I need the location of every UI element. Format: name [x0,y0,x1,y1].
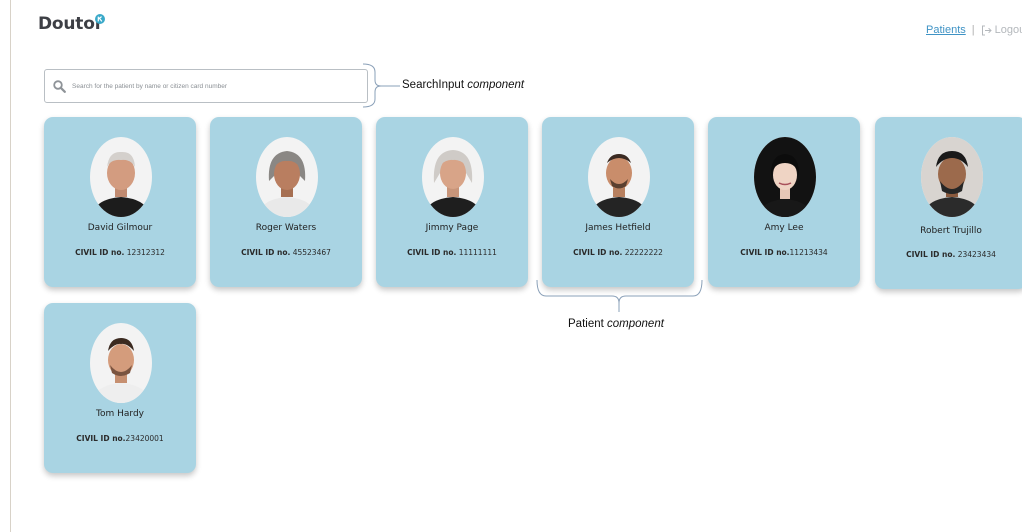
civil-id-label: CIVIL ID no. [740,248,790,257]
patient-card[interactable]: Roger Waters CIVIL ID no. 45523467 [210,117,362,287]
search-annotation-suffix: component [467,79,525,91]
civil-id: CIVIL ID no.11213434 [708,248,860,257]
patient-card[interactable]: Robert Trujillo CIVIL ID no. 23423434 [875,117,1022,289]
logout-label: Logou [994,24,1022,36]
civil-id-value: 11213434 [789,248,828,257]
civil-id-value: 12312312 [126,248,165,257]
patient-name: Robert Trujillo [920,226,982,236]
patient-card[interactable]: Jimmy Page CIVIL ID no. 11111111 [376,117,528,287]
civil-id: CIVIL ID no. 22222222 [542,248,694,257]
patient-name: Roger Waters [255,223,317,233]
patient-photo [90,137,152,217]
logo-badge-icon [95,14,105,24]
civil-id: CIVIL ID no. 12312312 [44,248,196,257]
patient-annotation-name: Patient [568,318,604,330]
patient-photo [422,137,484,217]
patient-card[interactable]: David Gilmour CIVIL ID no. 12312312 [44,117,196,287]
patient-name: James Hetfield [585,223,651,233]
patient-name: Jimmy Page [425,223,479,233]
patients-link[interactable]: Patients [926,24,966,36]
patient-photo [588,137,650,217]
logout-icon [981,25,992,35]
top-nav: Patients | Logou [926,24,1022,36]
patient-photo [754,137,816,217]
patient-name: Amy Lee [764,223,804,233]
patient-card[interactable]: Amy Lee CIVIL ID no.11213434 [708,117,860,287]
left-border [10,0,11,532]
civil-id-value: 22222222 [624,248,663,257]
civil-id-value: 45523467 [292,248,331,257]
patient-card[interactable]: Tom Hardy CIVIL ID no.23420001 [44,303,196,473]
logout-button[interactable]: Logou [981,24,1022,36]
civil-id-label: CIVIL ID no. [906,250,956,259]
civil-id-label: CIVIL ID no. [75,248,125,257]
app-logo[interactable]: Doutor [38,14,103,34]
civil-id: CIVIL ID no. 45523467 [210,248,362,257]
search-icon [53,79,66,93]
patient-annotation: Patient component [568,318,664,330]
patient-photo [90,323,152,403]
patient-component-bracket [536,279,703,312]
civil-id-value: 11111111 [458,248,497,257]
civil-id-label: CIVIL ID no. [76,434,126,443]
patient-photo [921,137,983,217]
search-input[interactable] [72,82,352,90]
search-box [44,69,368,103]
civil-id-label: CIVIL ID no. [573,248,623,257]
patient-name: David Gilmour [87,223,153,233]
nav-separator: | [971,24,975,36]
civil-id: CIVIL ID no.23420001 [44,434,196,443]
civil-id-label: CIVIL ID no. [241,248,291,257]
civil-id-value: 23423434 [957,250,996,259]
patient-card[interactable]: James Hetfield CIVIL ID no. 22222222 [542,117,694,287]
search-component-brace [362,63,400,108]
search-input-annotation: SearchInput component [402,79,524,91]
civil-id: CIVIL ID no. 23423434 [875,250,1022,259]
patient-photo [256,137,318,217]
civil-id-value: 23420001 [125,434,164,443]
patient-annotation-suffix: component [607,318,664,330]
search-annotation-name: SearchInput [402,79,465,91]
civil-id: CIVIL ID no. 11111111 [376,248,528,257]
patient-name: Tom Hardy [96,409,144,419]
civil-id-label: CIVIL ID no. [407,248,457,257]
